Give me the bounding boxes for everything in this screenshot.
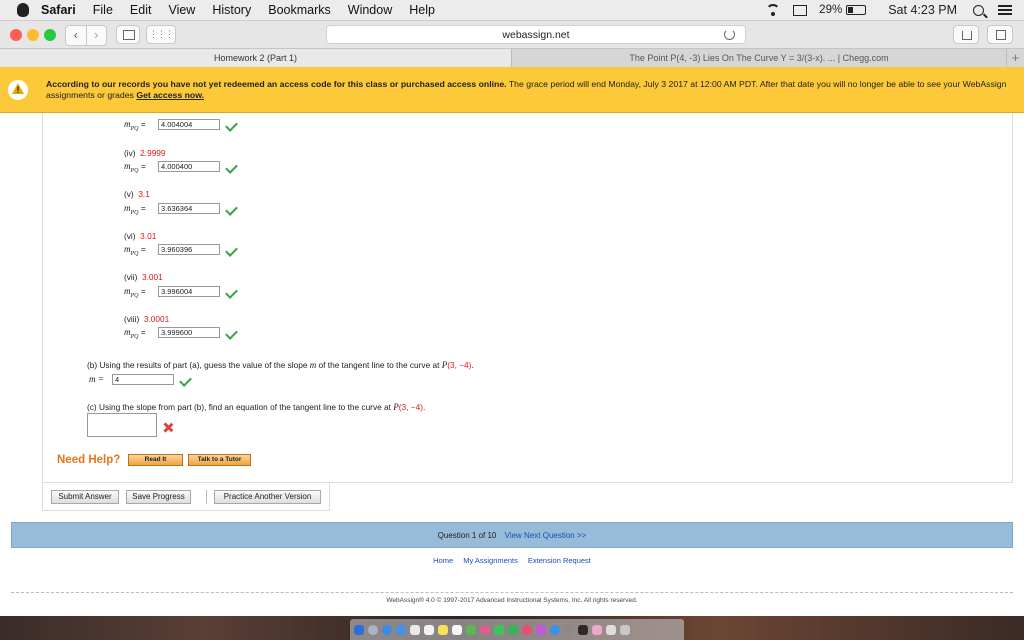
- home-link[interactable]: Home: [433, 556, 453, 565]
- airplay-icon[interactable]: [793, 4, 808, 16]
- safari-icon[interactable]: [382, 624, 392, 635]
- save-progress-button[interactable]: Save Progress: [126, 490, 191, 504]
- itunes-icon[interactable]: [522, 624, 532, 635]
- zoom-window-button[interactable]: [44, 29, 56, 41]
- slope-field[interactable]: 4: [112, 374, 174, 385]
- banner-message: According to our records you have not ye…: [46, 79, 1007, 100]
- nav-buttons: ‹ ›: [65, 25, 107, 46]
- address-bar[interactable]: webassign.net: [326, 25, 746, 44]
- mpq-label: mPQ =: [124, 327, 146, 340]
- photos-icon[interactable]: [480, 624, 490, 635]
- reload-icon[interactable]: [724, 29, 735, 40]
- mpq-field-vi[interactable]: 3.960396: [158, 244, 220, 255]
- tab-bar: Homework 2 (Part 1) The Point P(4, -3) L…: [0, 48, 1024, 68]
- mpq-label: mPQ =: [124, 161, 146, 174]
- mpq-field-iv[interactable]: 4.000400: [158, 161, 220, 172]
- tab-chegg[interactable]: The Point P(4, -3) Lies On The Curve Y =…: [512, 49, 1006, 67]
- mpq-label: mPQ =: [124, 244, 146, 257]
- share-button[interactable]: [953, 25, 979, 44]
- mpq-field-v[interactable]: 3.636364: [158, 203, 220, 214]
- launchpad-icon[interactable]: [368, 624, 378, 635]
- mail-icon[interactable]: [396, 624, 406, 635]
- mpq-label: mPQ =: [124, 286, 146, 299]
- copyright-text: WebAssign® 4.0 © 1997-2017 Advanced Inst…: [386, 597, 638, 604]
- notification-center-icon[interactable]: [998, 5, 1012, 15]
- ibooks-icon[interactable]: [536, 624, 546, 635]
- tab-homework[interactable]: Homework 2 (Part 1): [0, 49, 512, 67]
- question-counter: Question 1 of 10: [437, 531, 497, 540]
- battery-percent: 29%: [819, 4, 843, 16]
- menu-history[interactable]: History: [212, 3, 251, 17]
- minimize-window-button[interactable]: [27, 29, 39, 41]
- back-icon[interactable]: ‹: [66, 26, 87, 45]
- battery-icon[interactable]: [846, 5, 867, 15]
- calendar-icon[interactable]: [424, 624, 434, 635]
- need-help-label: Need Help?: [57, 454, 121, 466]
- address-url: webassign.net: [502, 29, 570, 41]
- mpq-label: mPQ =: [124, 203, 146, 216]
- part-viii-label: (viii) 3.0001: [124, 314, 170, 324]
- mpq-label: mPQ =: [124, 119, 146, 132]
- mpq-field-vii[interactable]: 3.996004: [158, 286, 220, 297]
- get-access-link[interactable]: Get access now.: [136, 90, 204, 100]
- part-iv-label: (iv) 2.9999: [124, 148, 166, 158]
- facetime-icon[interactable]: [508, 624, 518, 635]
- menu-clock[interactable]: Sat 4:23 PM: [888, 3, 957, 17]
- incorrect-x-icon: [162, 422, 174, 434]
- apple-icon[interactable]: [17, 3, 29, 17]
- contacts-icon[interactable]: [410, 624, 420, 635]
- dock: [350, 619, 684, 640]
- access-code-banner: ! According to our records you have not …: [0, 67, 1024, 113]
- question-nav-bar: Question 1 of 10 View Next Question >>: [11, 522, 1013, 548]
- menu-file[interactable]: File: [93, 3, 113, 17]
- menu-help[interactable]: Help: [409, 3, 435, 17]
- system-preferences-icon[interactable]: [564, 624, 574, 635]
- notes-icon[interactable]: [438, 624, 448, 635]
- practice-another-version-button[interactable]: Practice Another Version: [214, 490, 321, 504]
- extension-request-link[interactable]: Extension Request: [528, 556, 591, 565]
- menu-view[interactable]: View: [168, 3, 195, 17]
- submit-answer-button[interactable]: Submit Answer: [51, 490, 119, 504]
- menu-edit[interactable]: Edit: [130, 3, 152, 17]
- reminders-icon[interactable]: [452, 624, 462, 635]
- menu-bookmarks[interactable]: Bookmarks: [268, 3, 331, 17]
- close-window-button[interactable]: [10, 29, 22, 41]
- part-v-label: (v) 3.1: [124, 189, 150, 199]
- finder-icon[interactable]: [354, 624, 364, 635]
- read-it-button[interactable]: Read It: [128, 454, 183, 466]
- part-vii-label: (vii) 3.001: [124, 272, 163, 282]
- terminal-icon[interactable]: [578, 624, 588, 635]
- talk-to-tutor-button[interactable]: Talk to a Tutor: [188, 454, 251, 466]
- footer-links: Home My Assignments Extension Request: [0, 556, 1024, 565]
- part-vi-label: (vi) 3.01: [124, 231, 157, 241]
- trash-icon[interactable]: [620, 624, 630, 635]
- app-store-icon[interactable]: [550, 624, 560, 635]
- new-tab-button[interactable]: +: [1006, 49, 1024, 67]
- preview-icon[interactable]: [592, 624, 602, 635]
- spotlight-icon[interactable]: [973, 4, 984, 16]
- slope-label: m =: [89, 374, 104, 384]
- part-c-prompt: (c) Using the slope from part (b), find …: [87, 402, 426, 412]
- sidebar-toggle-button[interactable]: [116, 25, 140, 44]
- menu-window[interactable]: Window: [348, 3, 392, 17]
- mpq-field-viii[interactable]: 3.999600: [158, 327, 220, 338]
- wifi-icon[interactable]: [765, 4, 781, 16]
- forward-icon[interactable]: ›: [87, 26, 107, 45]
- view-next-question-link[interactable]: View Next Question >>: [505, 531, 587, 540]
- my-assignments-link[interactable]: My Assignments: [463, 556, 518, 565]
- maps-icon[interactable]: [466, 624, 476, 635]
- menu-safari[interactable]: Safari: [41, 3, 76, 17]
- button-separator: [206, 490, 207, 504]
- menu-bar: Safari File Edit View History Bookmarks …: [0, 0, 1024, 21]
- warning-icon: !: [8, 80, 28, 100]
- show-tabs-button[interactable]: [987, 25, 1013, 44]
- footer-divider: [11, 592, 1013, 593]
- downloads-icon[interactable]: [606, 624, 616, 635]
- part-b-prompt: (b) Using the results of part (a), guess…: [87, 360, 474, 370]
- mpq-field-iii[interactable]: 4.004004: [158, 119, 220, 130]
- tangent-equation-field[interactable]: [87, 413, 157, 437]
- top-sites-button[interactable]: ⋮⋮⋮: [146, 25, 176, 44]
- browser-toolbar: ‹ › ⋮⋮⋮ webassign.net: [0, 21, 1024, 48]
- messages-icon[interactable]: [494, 624, 504, 635]
